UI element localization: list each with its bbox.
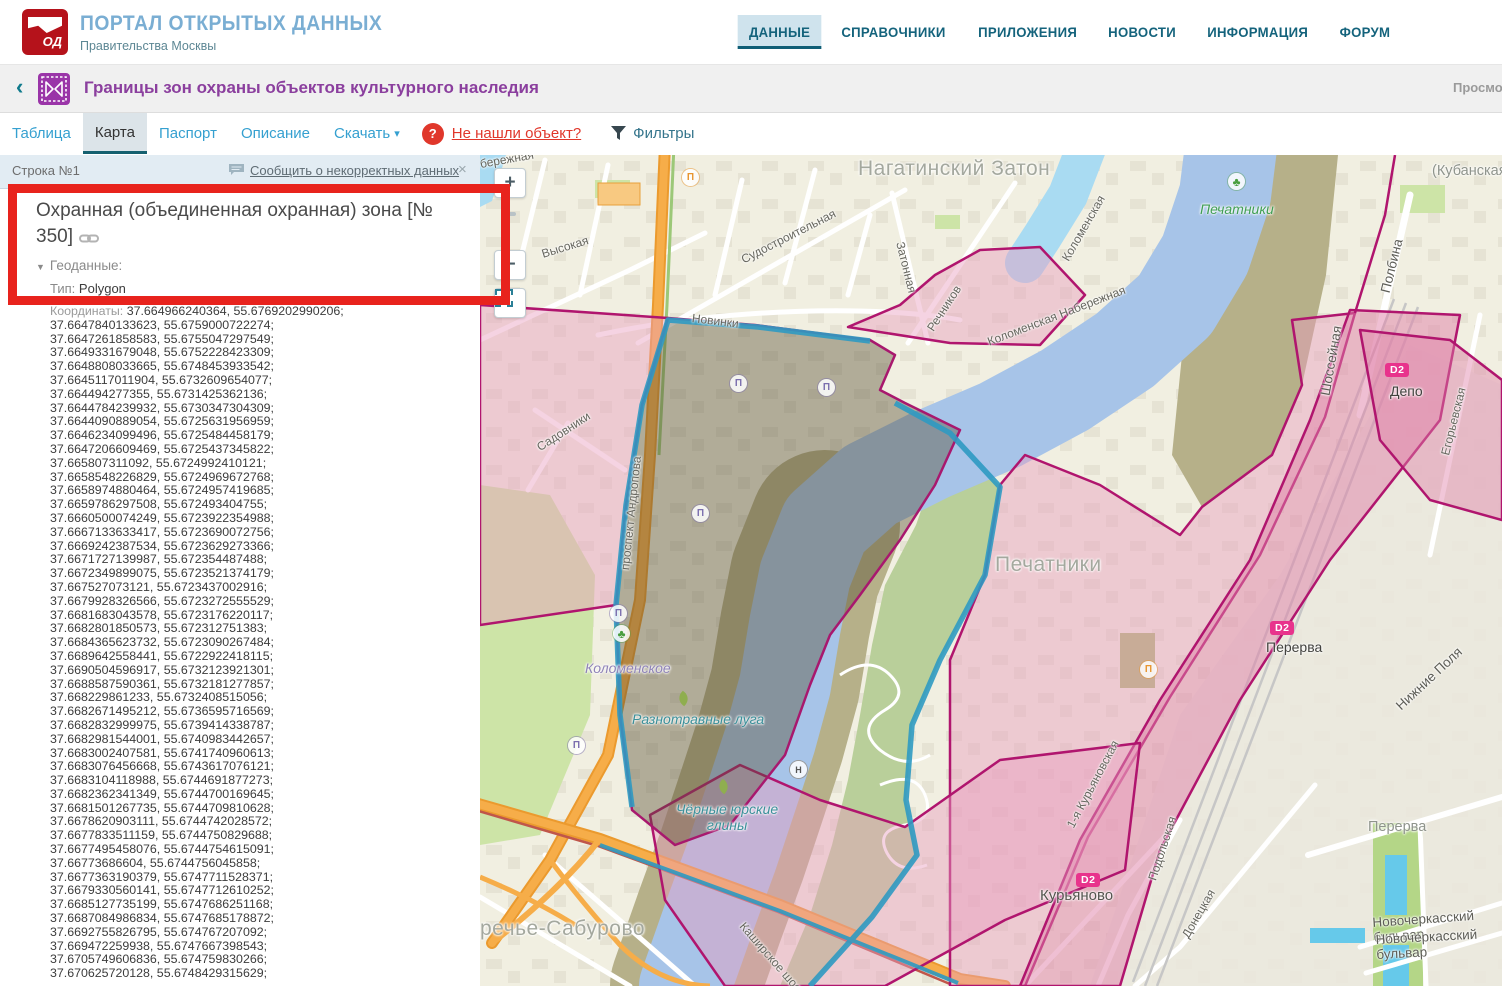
map-canvas[interactable]: бережнаяНагатинский Затон(КубанскаяВысок… (480, 155, 1502, 986)
map-label: Коломенское (585, 660, 671, 676)
dataset-title: Границы зон охраны объектов культурного … (84, 78, 539, 98)
map-label: Печатники (995, 553, 1102, 577)
help-icon[interactable]: ? (422, 123, 444, 145)
map-label: Полбина (1378, 237, 1406, 294)
zoom-in-button[interactable]: + (494, 168, 526, 198)
map-label: Депо (1390, 383, 1423, 399)
d2-station-badge: D2 (1076, 873, 1100, 887)
museum-icon: Π (568, 737, 585, 754)
dataset-tabbar: Таблица Карта Паспорт Описание Скачать ▾… (0, 113, 1502, 154)
map-label: речье-Сабурово (480, 917, 645, 941)
portal-title[interactable]: ПОРТАЛ ОТКРЫТЫХ ДАННЫХ (80, 12, 382, 36)
zoom-slider-tick[interactable] (501, 212, 516, 216)
geometry-type-row: Тип: Polygon (50, 281, 126, 296)
panel-header: Строка №1 Сообщить о некорректных данных… (0, 155, 480, 189)
close-icon[interactable]: × (458, 161, 467, 178)
map-label: Коломенская (1059, 193, 1108, 264)
map-label: Курьяново (1040, 887, 1113, 904)
open-data-portal-page: ОД ПОРТАЛ ОТКРЫТЫХ ДАННЫХ Правительства … (0, 0, 1502, 986)
tab-description[interactable]: Описание (229, 113, 322, 154)
zone-title: Охранная (объединенная охранная) зона [№… (36, 198, 444, 252)
map-label: Новочеркасский бульвар (1375, 925, 1502, 962)
row-number-label: Строка №1 (12, 163, 80, 178)
map-label: Высокая (540, 233, 590, 260)
map-label: Донецкая (1179, 887, 1218, 941)
back-chevron-icon[interactable]: ‹ (16, 74, 23, 100)
map-label: Чёрные юрские глины (676, 801, 778, 833)
filters-button[interactable]: Фильтры (611, 113, 694, 154)
map-label: Коломенская Набережная (985, 283, 1127, 349)
map-label: Садовники (534, 409, 593, 454)
nav-item-forum[interactable]: ФОРУМ (1328, 15, 1401, 49)
breadcrumb: ‹ Границы зон охраны объектов культурног… (0, 65, 1502, 113)
tab-map[interactable]: Карта (83, 113, 147, 154)
leaf-icon (676, 691, 691, 706)
nav-item-data[interactable]: ДАННЫЕ (738, 15, 822, 49)
tab-table[interactable]: Таблица (0, 113, 83, 154)
nav-item-applications[interactable]: ПРИЛОЖЕНИЯ (967, 15, 1088, 49)
museum-icon: Π (818, 379, 835, 396)
museum-o-icon: Π (682, 169, 699, 186)
fullscreen-icon[interactable] (494, 288, 526, 318)
map-label: Шоссейная (1318, 325, 1345, 397)
tree-icon: ♣ (613, 625, 630, 642)
download-label: Скачать (334, 125, 390, 142)
nav-item-directories[interactable]: СПРАВОЧНИКИ (830, 15, 957, 49)
map-label: Речников (924, 283, 964, 334)
geodata-section-header[interactable]: ▼Геоданные: (36, 258, 122, 273)
funnel-icon (611, 126, 626, 141)
map-label: Судостроительная (739, 206, 838, 266)
nav-item-information[interactable]: ИНФОРМАЦИЯ (1196, 15, 1319, 49)
museum-icon: Π (610, 605, 627, 622)
site-header: ОД ПОРТАЛ ОТКРЫТЫХ ДАННЫХ Правительства … (0, 0, 1502, 65)
link-icon[interactable] (79, 226, 99, 252)
map-label: Нижние Поля (1393, 644, 1465, 713)
nav-item-news[interactable]: НОВОСТИ (1097, 15, 1187, 49)
tab-download[interactable]: Скачать ▾ (322, 113, 412, 154)
map-label: (Кубанская (1432, 163, 1502, 179)
speech-bubble-icon (228, 163, 245, 181)
chevron-down-icon: ▾ (394, 127, 400, 140)
zoom-out-button[interactable]: − (494, 250, 526, 280)
top-navigation: ДАННЫЕ СПРАВОЧНИКИ ПРИЛОЖЕНИЯ НОВОСТИ ИН… (735, 0, 1406, 64)
map-label: Перерва (1266, 639, 1322, 655)
portal-logo-icon[interactable]: ОД (22, 9, 68, 55)
leaf-icon (716, 779, 731, 794)
dataset-icon (38, 73, 70, 105)
filters-label: Фильтры (633, 125, 694, 142)
museum-o-icon: Π (1140, 661, 1157, 678)
map-labels-layer: бережнаяНагатинский Затон(КубанскаяВысок… (480, 155, 1502, 986)
tab-passport[interactable]: Паспорт (147, 113, 229, 154)
museum-icon: Π (730, 375, 747, 392)
heli-icon: H (790, 761, 807, 778)
logo-text: ОД (43, 34, 62, 49)
map-label: Печатники (1200, 201, 1274, 217)
museum-icon: Π (692, 505, 709, 522)
d2-station-badge: D2 (1385, 363, 1409, 377)
map-label: Каширское шоссе (737, 919, 813, 986)
map-label: Разнотравные луга (632, 711, 764, 727)
map-label: Перерва (1368, 819, 1426, 835)
map-label: Нагатинский Затон (858, 157, 1050, 181)
map-label: Егорьевская (1438, 386, 1468, 457)
map-label: 1-я Курьяновская (1064, 738, 1122, 830)
triangle-down-icon: ▼ (36, 262, 45, 272)
report-incorrect-data-link[interactable]: Сообщить о некорректных данных (250, 163, 459, 178)
portal-subtitle: Правительства Москвы (80, 39, 216, 53)
map-label: Подольская (1145, 815, 1179, 882)
object-not-found-link[interactable]: Не нашли объект? (452, 125, 581, 142)
feature-info-panel: Строка №1 Сообщить о некорректных данных… (0, 155, 481, 986)
views-counter: Просмотров (1453, 80, 1502, 95)
d2-station-badge: D2 (1270, 621, 1294, 635)
map-label: проспект Андропова (618, 456, 644, 571)
tree-icon: ♣ (1228, 173, 1245, 190)
map-label: Новинки (691, 311, 739, 331)
coordinates-list: Координаты: 37.664966240364, 55.67692029… (50, 305, 470, 986)
map-label: Затонная (893, 240, 919, 294)
